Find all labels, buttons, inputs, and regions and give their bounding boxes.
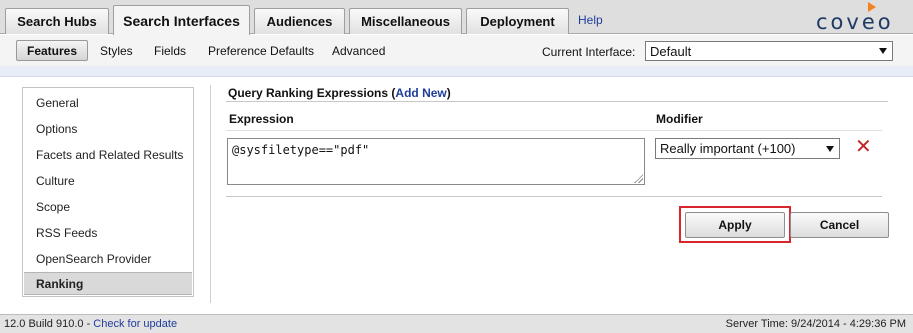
subtab-advanced[interactable]: Advanced bbox=[328, 40, 389, 61]
logo-text: coveo bbox=[816, 10, 894, 34]
version-info: 12.0 Build 910.0 - Check for update bbox=[4, 318, 177, 330]
modifier-value: Really important (+100) bbox=[660, 141, 796, 156]
tab-deployment[interactable]: Deployment bbox=[466, 8, 569, 34]
tab-audiences[interactable]: Audiences bbox=[254, 8, 345, 34]
tab-search-hubs[interactable]: Search Hubs bbox=[5, 8, 109, 34]
delete-row-icon[interactable]: ✕ bbox=[855, 137, 872, 157]
current-interface-select[interactable]: Default bbox=[645, 41, 893, 61]
chevron-down-icon bbox=[879, 48, 887, 54]
subtab-styles[interactable]: Styles bbox=[96, 40, 137, 61]
status-bar: 12.0 Build 910.0 - Check for update Serv… bbox=[0, 314, 913, 333]
cancel-button[interactable]: Cancel bbox=[790, 212, 889, 238]
modifier-column-header: Modifier bbox=[656, 112, 703, 126]
server-time: Server Time: 9/24/2014 - 4:29:36 PM bbox=[725, 318, 906, 330]
section-title-text: Query Ranking Expressions bbox=[228, 86, 389, 100]
nav-item-culture[interactable]: Culture bbox=[24, 169, 192, 192]
nav-item-rss-feeds[interactable]: RSS Feeds bbox=[24, 221, 192, 244]
expression-column-header: Expression bbox=[229, 112, 294, 126]
logo-accent-icon bbox=[868, 2, 876, 12]
tab-miscellaneous[interactable]: Miscellaneous bbox=[349, 8, 462, 34]
modifier-select[interactable]: Really important (+100) bbox=[655, 138, 840, 159]
section-title-divider bbox=[226, 101, 888, 102]
subtab-features[interactable]: Features bbox=[16, 40, 89, 61]
tab-search-interfaces[interactable]: Search Interfaces bbox=[113, 5, 250, 35]
header-divider bbox=[226, 130, 882, 131]
help-link[interactable]: Help bbox=[578, 13, 603, 27]
current-interface-label: Current Interface: bbox=[542, 45, 636, 59]
row-divider bbox=[226, 196, 882, 197]
nav-item-scope[interactable]: Scope bbox=[24, 195, 192, 218]
section-title: Query Ranking Expressions (Add New) bbox=[228, 86, 451, 100]
coveo-logo: coveo bbox=[816, 2, 896, 34]
sub-tab-bar: Features Styles Fields Preference Defaul… bbox=[0, 35, 913, 66]
nav-separator bbox=[210, 85, 211, 303]
nav-item-facets[interactable]: Facets and Related Results bbox=[24, 143, 192, 166]
nav-item-options[interactable]: Options bbox=[24, 117, 192, 140]
chevron-down-icon bbox=[826, 145, 834, 152]
subtab-fields[interactable]: Fields bbox=[150, 40, 190, 61]
version-separator: - bbox=[83, 318, 94, 330]
nav-item-ranking[interactable]: Ranking bbox=[24, 272, 192, 295]
left-nav: General Options Facets and Related Resul… bbox=[22, 87, 194, 297]
current-interface-value: Default bbox=[650, 43, 692, 59]
add-new-link[interactable]: Add New bbox=[395, 86, 446, 100]
nav-item-opensearch-provider[interactable]: OpenSearch Provider bbox=[24, 247, 192, 270]
nav-item-general[interactable]: General bbox=[24, 91, 192, 114]
check-for-update-link[interactable]: Check for update bbox=[93, 318, 177, 330]
paren-close: ) bbox=[446, 86, 451, 100]
subtab-preference-defaults[interactable]: Preference Defaults bbox=[204, 40, 318, 61]
expression-textarea[interactable]: @sysfiletype=="pdf" bbox=[227, 138, 645, 185]
version-text: 12.0 Build 910.0 bbox=[4, 318, 84, 330]
expression-value: @sysfiletype=="pdf" bbox=[232, 143, 370, 157]
resize-grip-icon[interactable] bbox=[634, 174, 643, 183]
top-tab-bar: Search Hubs Search Interfaces Audiences … bbox=[0, 0, 913, 35]
apply-button[interactable]: Apply bbox=[685, 212, 785, 238]
header-divider-band bbox=[0, 66, 913, 77]
